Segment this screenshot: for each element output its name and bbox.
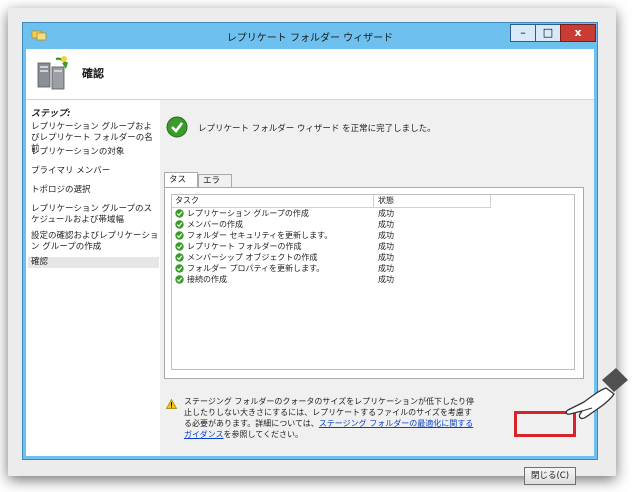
task-row[interactable]: フォルダー プロパティを更新します。 成功 (172, 263, 572, 274)
task-row[interactable]: 接続の作成 成功 (172, 274, 572, 285)
task-status: 成功 (378, 264, 394, 273)
success-check-icon (166, 116, 188, 138)
column-header-status[interactable]: 状態 (374, 195, 491, 208)
step-primary-member[interactable]: プライマリ メンバー (31, 166, 159, 177)
step-topology[interactable]: トポロジの選択 (31, 185, 159, 196)
step-review-settings[interactable]: 設定の確認およびレプリケーション グループの作成 (31, 231, 159, 253)
task-row[interactable]: フォルダー セキュリティを更新します。 成功 (172, 230, 572, 241)
steps-heading: ステップ: (31, 109, 71, 119)
replication-server-icon (37, 56, 68, 90)
success-check-icon (175, 253, 184, 262)
task-row[interactable]: メンバーの作成 成功 (172, 219, 572, 230)
warning-icon (166, 399, 177, 409)
content-pane: レプリケート フォルダー ウィザード を正常に完了しました。 タスク エラー タ… (160, 100, 594, 485)
staging-quota-warning: ステージング フォルダーのクォータのサイズをレプリケーションが低下したり停止した… (184, 396, 474, 440)
steps-pane: ステップ: レプリケーション グループおよびレプリケート フォルダーの名前 レプ… (26, 100, 160, 456)
task-row[interactable]: レプリケーション グループの作成 成功 (172, 208, 572, 219)
task-name: フォルダー プロパティを更新します。 (187, 264, 325, 273)
close-button[interactable]: 閉じる(C) (524, 467, 576, 485)
task-status: 成功 (378, 209, 394, 218)
task-status: 成功 (378, 275, 394, 284)
task-status: 成功 (378, 242, 394, 251)
success-message: レプリケート フォルダー ウィザード を正常に完了しました。 (198, 124, 436, 134)
task-name: メンバーシップ オブジェクトの作成 (187, 253, 318, 262)
step-schedule-bandwidth[interactable]: レプリケーション グループのスケジュールおよび帯域幅 (31, 204, 159, 226)
close-window-button[interactable]: x (560, 24, 596, 42)
task-status: 成功 (378, 231, 394, 240)
success-check-icon (175, 209, 184, 218)
task-name: レプリケーション グループの作成 (187, 209, 309, 218)
column-header-task[interactable]: タスク (172, 195, 374, 208)
task-name: メンバーの作成 (187, 220, 243, 229)
task-list-panel: タスク 状態 レプリケーション グループの作成 成功 メンバーの作成 成功 フォ… (164, 187, 584, 379)
tab-task[interactable]: タスク (164, 172, 198, 199)
page-title: 確認 (82, 67, 104, 80)
tab-error[interactable]: エラー (198, 174, 232, 198)
task-name: レプリケート フォルダーの作成 (187, 242, 302, 251)
step-replication-target[interactable]: レプリケーションの対象 (31, 147, 159, 158)
success-check-icon (175, 242, 184, 251)
task-name: 接続の作成 (187, 275, 227, 284)
success-check-icon (175, 264, 184, 273)
title-bar: レプリケート フォルダー ウィザード – □ x (23, 23, 597, 49)
step-confirmation[interactable]: 確認 (28, 257, 159, 268)
task-row[interactable]: レプリケート フォルダーの作成 成功 (172, 241, 572, 252)
result-tabs: タスク エラー (164, 172, 584, 199)
maximize-button[interactable]: □ (535, 24, 561, 42)
task-list[interactable]: タスク 状態 レプリケーション グループの作成 成功 メンバーの作成 成功 フォ… (171, 194, 575, 370)
minimize-button[interactable]: – (510, 24, 536, 42)
header-band: 確認 (26, 49, 594, 100)
success-check-icon (175, 231, 184, 240)
warning-text-end: を参照してください。 (223, 430, 304, 439)
success-check-icon (175, 275, 184, 284)
task-status: 成功 (378, 220, 394, 229)
wizard-window: レプリケート フォルダー ウィザード – □ x 確認 ステップ: レプリケーシ… (22, 22, 598, 485)
task-status: 成功 (378, 253, 394, 262)
client-area: 確認 ステップ: レプリケーション グループおよびレプリケート フォルダーの名前… (26, 49, 594, 485)
success-check-icon (175, 220, 184, 229)
task-row[interactable]: メンバーシップ オブジェクトの作成 成功 (172, 252, 572, 263)
pointing-hand-icon (565, 368, 628, 420)
task-name: フォルダー セキュリティを更新します。 (187, 231, 333, 240)
